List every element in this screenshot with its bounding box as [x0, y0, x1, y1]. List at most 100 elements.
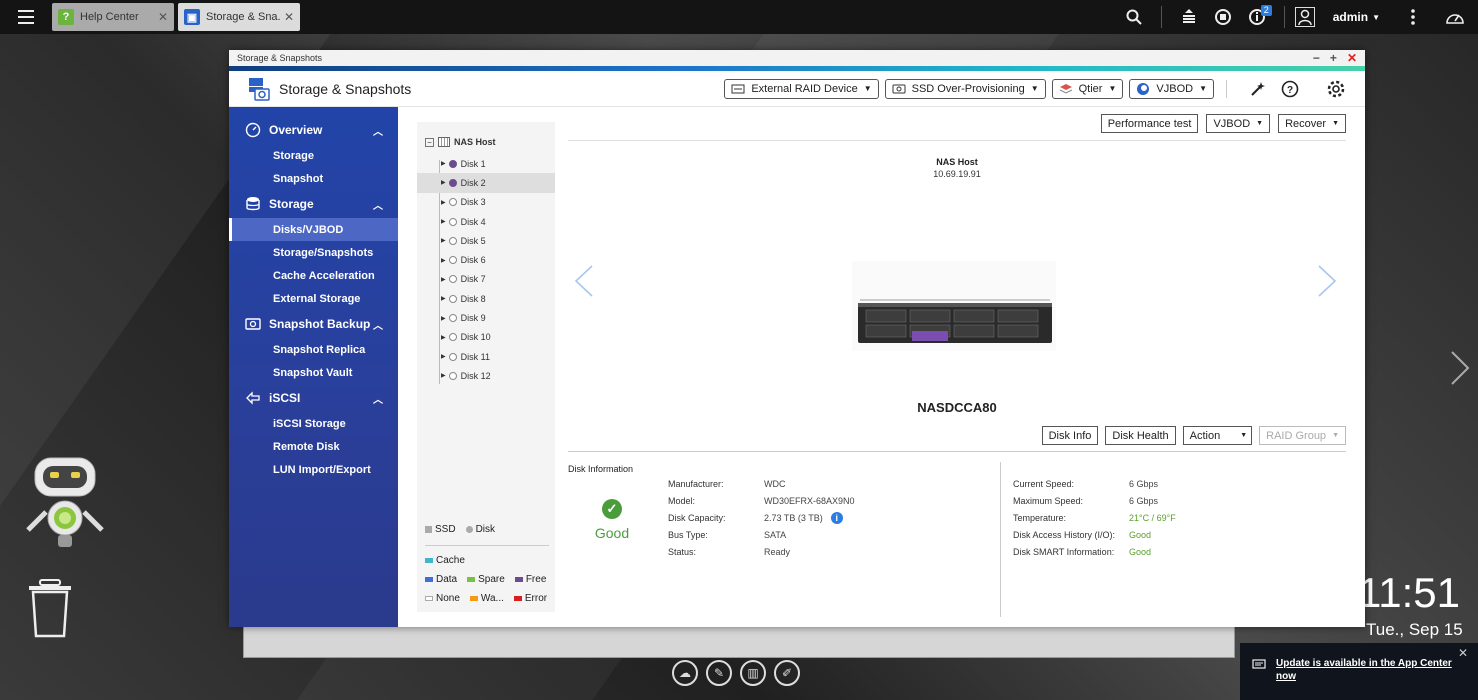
tools-wand-icon[interactable]: [1247, 78, 1269, 100]
disk-info-button[interactable]: Disk Info: [1041, 426, 1099, 445]
taskbar-tab-help-center[interactable]: ? Help Center ✕: [52, 3, 174, 31]
disk-health-button[interactable]: Disk Health: [1105, 426, 1176, 445]
expand-triangle-icon[interactable]: ▶: [441, 237, 446, 244]
tree-node-disk[interactable]: ▶ Disk 9: [417, 308, 555, 327]
recycle-bin-icon[interactable]: [26, 578, 74, 640]
info-value: 21°C / 69°F: [1129, 512, 1176, 523]
user-menu[interactable]: admin ▼: [1294, 7, 1380, 27]
background-tasks-icon[interactable]: [1172, 0, 1206, 34]
close-icon[interactable]: ✕: [158, 10, 168, 24]
vjbod-button[interactable]: VJBOD ▼: [1206, 114, 1271, 133]
sidebar-item-remote-disk[interactable]: Remote Disk: [229, 435, 398, 458]
sidebar-item-external-storage[interactable]: External Storage: [229, 287, 398, 310]
tree-node-disk[interactable]: ▶ Disk 2: [417, 173, 555, 193]
sidebar-item-snapshot-replica[interactable]: Snapshot Replica: [229, 338, 398, 361]
collapse-icon[interactable]: −: [425, 137, 434, 147]
sidebar-item-snapshot[interactable]: Snapshot: [229, 167, 398, 190]
tree-node-disk[interactable]: ▶ Disk 6: [417, 250, 555, 269]
search-icon[interactable]: [1117, 0, 1151, 34]
sidebar-item-cache-acceleration[interactable]: Cache Acceleration: [229, 264, 398, 287]
vjbod-dropdown[interactable]: VJBOD ▼: [1129, 78, 1214, 99]
update-notification[interactable]: ✕ Update is available in the App Center …: [1240, 643, 1478, 700]
more-options-icon[interactable]: [1396, 0, 1430, 34]
sidebar-item-lun-import-export[interactable]: LUN Import/Export: [229, 458, 398, 481]
tree-node-disk[interactable]: ▶ Disk 4: [417, 212, 555, 231]
tree-node-disk[interactable]: ▶ Disk 3: [417, 193, 555, 212]
external-device-icon[interactable]: [1206, 0, 1240, 34]
expand-triangle-icon[interactable]: ▶: [441, 179, 446, 186]
close-icon[interactable]: ✕: [284, 10, 294, 24]
info-row: Model: WD30EFRX-68AX9N0: [668, 492, 855, 509]
expand-triangle-icon[interactable]: ▶: [441, 276, 446, 283]
sidebar-item-disks-vjbod[interactable]: Disks/VJBOD: [229, 218, 398, 241]
legend-error: Error: [524, 593, 548, 604]
tree-root-nas-host[interactable]: − NAS Host: [417, 130, 555, 154]
nas-device-image[interactable]: [852, 261, 1056, 351]
raid-device-icon: [731, 84, 745, 93]
sidebar-item-snapshot-vault[interactable]: Snapshot Vault: [229, 361, 398, 384]
taskbar-tab-storage[interactable]: ▣ Storage & Sna... ✕: [178, 3, 300, 31]
disk-status-dot-icon: [448, 371, 457, 380]
cloud-icon[interactable]: ☁: [672, 660, 698, 686]
event-notifications-icon[interactable]: 2: [1240, 0, 1274, 34]
expand-triangle-icon[interactable]: ▶: [441, 353, 446, 360]
expand-triangle-icon[interactable]: ▶: [441, 218, 446, 225]
external-raid-device-dropdown[interactable]: External RAID Device ▼: [724, 78, 879, 99]
expand-triangle-icon[interactable]: ▶: [441, 295, 446, 302]
maximize-icon[interactable]: +: [1330, 51, 1337, 65]
tree-node-label: Disk 4: [460, 216, 486, 227]
raid-group-button[interactable]: RAID Group ▼: [1259, 426, 1346, 445]
close-icon[interactable]: ✕: [1347, 51, 1357, 65]
expand-triangle-icon[interactable]: ▶: [441, 199, 446, 206]
sidebar-group-snapshot-backup[interactable]: Snapshot Backup ︿: [229, 310, 398, 338]
recover-button[interactable]: Recover ▼: [1278, 114, 1346, 133]
tree-node-disk[interactable]: ▶ Disk 11: [417, 347, 555, 366]
sidebar-group-label: iSCSI: [269, 391, 301, 405]
windows-icon[interactable]: ▥: [740, 660, 766, 686]
tree-node-label: Disk 8: [460, 293, 486, 304]
close-icon[interactable]: ✕: [1458, 647, 1468, 660]
expand-triangle-icon[interactable]: ▶: [441, 315, 446, 322]
sidebar-group-overview[interactable]: Overview ︿: [229, 116, 398, 144]
sidebar-group-storage[interactable]: Storage ︿: [229, 190, 398, 218]
settings-gear-icon[interactable]: [1325, 78, 1347, 100]
ssd-over-provisioning-dropdown[interactable]: SSD Over-Provisioning ▼: [884, 78, 1046, 99]
tree-node-disk[interactable]: ▶ Disk 7: [417, 270, 555, 289]
tools-icon[interactable]: ✎: [706, 660, 732, 686]
expand-triangle-icon[interactable]: ▶: [441, 334, 446, 341]
tree-node-disk[interactable]: ▶ Disk 5: [417, 231, 555, 250]
tree-node-disk[interactable]: ▶ Disk 8: [417, 289, 555, 308]
notification-text[interactable]: Update is available in the App Center no…: [1276, 658, 1452, 682]
expand-triangle-icon[interactable]: ▶: [441, 160, 446, 167]
chevron-down-icon: ▼: [1240, 432, 1248, 439]
disk-status-dot-icon: [448, 314, 457, 323]
main-menu-icon[interactable]: [0, 0, 52, 34]
tree-node-disk[interactable]: ▶ Disk 1: [417, 154, 555, 173]
none-swatch: [425, 596, 433, 601]
sidebar-item-storage-snapshots[interactable]: Storage/Snapshots: [229, 241, 398, 264]
tree-node-disk[interactable]: ▶ Disk 12: [417, 366, 555, 385]
expand-triangle-icon[interactable]: ▶: [441, 257, 446, 264]
help-icon[interactable]: ?: [1279, 78, 1301, 100]
qtier-dropdown[interactable]: Qtier ▼: [1051, 78, 1124, 99]
sidebar-item-iscsi-storage[interactable]: iSCSI Storage: [229, 412, 398, 435]
taskbar-separator: [1160, 6, 1162, 28]
svg-text:?: ?: [1287, 85, 1293, 96]
window-titlebar[interactable]: Storage & Snapshots − + ✕: [229, 50, 1365, 66]
tree-node-label: Disk 7: [460, 274, 486, 285]
expand-triangle-icon[interactable]: ▶: [441, 372, 446, 379]
chevron-right-icon[interactable]: [1317, 264, 1337, 301]
sidebar-item-storage[interactable]: Storage: [229, 144, 398, 167]
tree-node-disk[interactable]: ▶ Disk 10: [417, 328, 555, 347]
sidebar-group-iscsi[interactable]: iSCSI ︿: [229, 384, 398, 412]
chevron-left-icon[interactable]: [574, 264, 594, 301]
minimize-icon[interactable]: −: [1313, 51, 1320, 65]
assistant-robot-icon[interactable]: [22, 452, 108, 552]
dashboard-icon[interactable]: [1438, 0, 1472, 34]
action-button[interactable]: Action ▼: [1182, 426, 1253, 445]
performance-test-button[interactable]: Performance test: [1100, 114, 1199, 133]
desktop-next-page-icon[interactable]: [1448, 350, 1470, 389]
edit-icon[interactable]: ✐: [774, 660, 800, 686]
info-icon[interactable]: i: [830, 511, 843, 524]
chevron-down-icon: ▼: [1332, 432, 1339, 439]
